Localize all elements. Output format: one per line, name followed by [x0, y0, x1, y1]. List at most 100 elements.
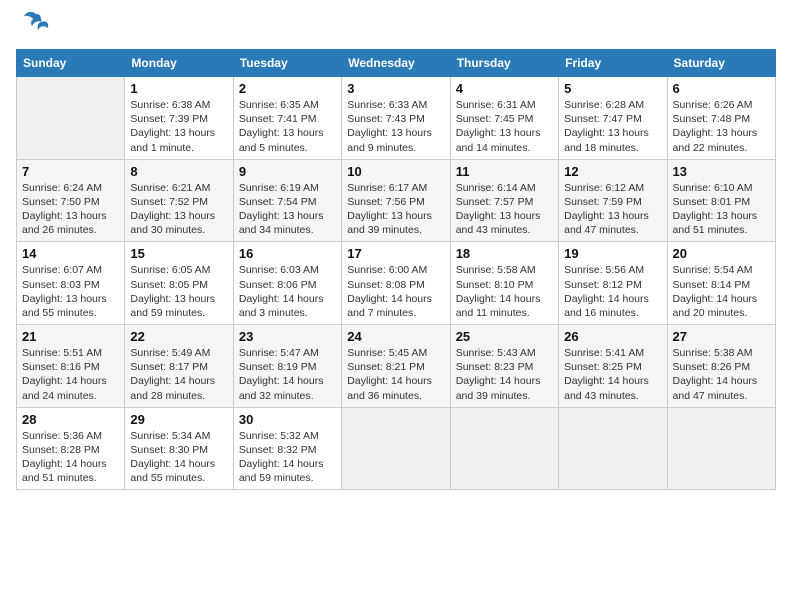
day-number: 30	[239, 412, 336, 427]
day-info: Sunrise: 6:10 AM Sunset: 8:01 PM Dayligh…	[673, 181, 770, 238]
day-info: Sunrise: 5:47 AM Sunset: 8:19 PM Dayligh…	[239, 346, 336, 403]
day-info: Sunrise: 6:24 AM Sunset: 7:50 PM Dayligh…	[22, 181, 119, 238]
day-info: Sunrise: 6:19 AM Sunset: 7:54 PM Dayligh…	[239, 181, 336, 238]
day-number: 7	[22, 164, 119, 179]
day-info: Sunrise: 5:58 AM Sunset: 8:10 PM Dayligh…	[456, 263, 553, 320]
day-number: 11	[456, 164, 553, 179]
calendar-cell	[559, 407, 667, 490]
calendar-week-row: 14Sunrise: 6:07 AM Sunset: 8:03 PM Dayli…	[17, 242, 776, 325]
day-info: Sunrise: 5:54 AM Sunset: 8:14 PM Dayligh…	[673, 263, 770, 320]
calendar-header-row: SundayMondayTuesdayWednesdayThursdayFrid…	[17, 50, 776, 77]
calendar-cell	[342, 407, 450, 490]
day-number: 15	[130, 246, 227, 261]
logo-bird-icon	[22, 8, 50, 41]
day-number: 5	[564, 81, 661, 96]
day-info: Sunrise: 6:03 AM Sunset: 8:06 PM Dayligh…	[239, 263, 336, 320]
calendar-cell: 9 Sunrise: 6:19 AM Sunset: 7:54 PM Daylig…	[233, 159, 341, 242]
day-info: Sunrise: 6:12 AM Sunset: 7:59 PM Dayligh…	[564, 181, 661, 238]
calendar-cell: 18 Sunrise: 5:58 AM Sunset: 8:10 PM Dayli…	[450, 242, 558, 325]
day-info: Sunrise: 6:07 AM Sunset: 8:03 PM Dayligh…	[22, 263, 119, 320]
day-number: 4	[456, 81, 553, 96]
day-number: 12	[564, 164, 661, 179]
calendar-cell: 29 Sunrise: 5:34 AM Sunset: 8:30 PM Dayli…	[125, 407, 233, 490]
calendar-cell: 15 Sunrise: 6:05 AM Sunset: 8:05 PM Dayli…	[125, 242, 233, 325]
calendar-week-row: 1Sunrise: 6:38 AM Sunset: 7:39 PM Daylig…	[17, 77, 776, 160]
day-info: Sunrise: 5:41 AM Sunset: 8:25 PM Dayligh…	[564, 346, 661, 403]
calendar-cell: 12 Sunrise: 6:12 AM Sunset: 7:59 PM Dayli…	[559, 159, 667, 242]
day-number: 21	[22, 329, 119, 344]
day-number: 9	[239, 164, 336, 179]
calendar-cell	[17, 77, 125, 160]
day-info: Sunrise: 5:43 AM Sunset: 8:23 PM Dayligh…	[456, 346, 553, 403]
day-number: 28	[22, 412, 119, 427]
day-info: Sunrise: 5:32 AM Sunset: 8:32 PM Dayligh…	[239, 429, 336, 486]
day-number: 17	[347, 246, 444, 261]
day-number: 20	[673, 246, 770, 261]
calendar-cell: 14Sunrise: 6:07 AM Sunset: 8:03 PM Dayli…	[17, 242, 125, 325]
day-info: Sunrise: 6:17 AM Sunset: 7:56 PM Dayligh…	[347, 181, 444, 238]
calendar-cell: 19Sunrise: 5:56 AM Sunset: 8:12 PM Dayli…	[559, 242, 667, 325]
day-number: 2	[239, 81, 336, 96]
day-info: Sunrise: 5:51 AM Sunset: 8:16 PM Dayligh…	[22, 346, 119, 403]
column-header-monday: Monday	[125, 50, 233, 77]
calendar-cell: 6 Sunrise: 6:26 AM Sunset: 7:48 PM Daylig…	[667, 77, 775, 160]
column-header-thursday: Thursday	[450, 50, 558, 77]
day-info: Sunrise: 6:28 AM Sunset: 7:47 PM Dayligh…	[564, 98, 661, 155]
day-info: Sunrise: 6:31 AM Sunset: 7:45 PM Dayligh…	[456, 98, 553, 155]
column-header-tuesday: Tuesday	[233, 50, 341, 77]
calendar-week-row: 28Sunrise: 5:36 AM Sunset: 8:28 PM Dayli…	[17, 407, 776, 490]
calendar-cell: 24 Sunrise: 5:45 AM Sunset: 8:21 PM Dayli…	[342, 325, 450, 408]
day-info: Sunrise: 6:00 AM Sunset: 8:08 PM Dayligh…	[347, 263, 444, 320]
calendar-cell	[667, 407, 775, 490]
day-number: 27	[673, 329, 770, 344]
calendar-cell	[450, 407, 558, 490]
column-header-wednesday: Wednesday	[342, 50, 450, 77]
column-header-saturday: Saturday	[667, 50, 775, 77]
day-info: Sunrise: 6:35 AM Sunset: 7:41 PM Dayligh…	[239, 98, 336, 155]
calendar-cell: 28Sunrise: 5:36 AM Sunset: 8:28 PM Dayli…	[17, 407, 125, 490]
calendar-week-row: 7 Sunrise: 6:24 AM Sunset: 7:50 PM Daylig…	[17, 159, 776, 242]
day-number: 23	[239, 329, 336, 344]
calendar-cell: 13Sunrise: 6:10 AM Sunset: 8:01 PM Dayli…	[667, 159, 775, 242]
day-number: 6	[673, 81, 770, 96]
calendar-cell: 4 Sunrise: 6:31 AM Sunset: 7:45 PM Daylig…	[450, 77, 558, 160]
day-info: Sunrise: 5:34 AM Sunset: 8:30 PM Dayligh…	[130, 429, 227, 486]
calendar-cell: 20 Sunrise: 5:54 AM Sunset: 8:14 PM Dayli…	[667, 242, 775, 325]
calendar-cell: 27 Sunrise: 5:38 AM Sunset: 8:26 PM Dayli…	[667, 325, 775, 408]
page-header	[16, 16, 776, 41]
calendar-cell: 7 Sunrise: 6:24 AM Sunset: 7:50 PM Daylig…	[17, 159, 125, 242]
calendar-cell: 30 Sunrise: 5:32 AM Sunset: 8:32 PM Dayli…	[233, 407, 341, 490]
column-header-friday: Friday	[559, 50, 667, 77]
day-number: 3	[347, 81, 444, 96]
day-number: 18	[456, 246, 553, 261]
day-number: 16	[239, 246, 336, 261]
calendar-cell: 11 Sunrise: 6:14 AM Sunset: 7:57 PM Dayli…	[450, 159, 558, 242]
day-number: 8	[130, 164, 227, 179]
logo	[16, 16, 50, 41]
calendar-table: SundayMondayTuesdayWednesdayThursdayFrid…	[16, 49, 776, 490]
day-info: Sunrise: 6:14 AM Sunset: 7:57 PM Dayligh…	[456, 181, 553, 238]
day-info: Sunrise: 5:38 AM Sunset: 8:26 PM Dayligh…	[673, 346, 770, 403]
day-info: Sunrise: 6:33 AM Sunset: 7:43 PM Dayligh…	[347, 98, 444, 155]
day-number: 26	[564, 329, 661, 344]
day-info: Sunrise: 6:38 AM Sunset: 7:39 PM Dayligh…	[130, 98, 227, 155]
calendar-cell: 5 Sunrise: 6:28 AM Sunset: 7:47 PM Daylig…	[559, 77, 667, 160]
calendar-cell: 16 Sunrise: 6:03 AM Sunset: 8:06 PM Dayli…	[233, 242, 341, 325]
calendar-cell: 21 Sunrise: 5:51 AM Sunset: 8:16 PM Dayli…	[17, 325, 125, 408]
calendar-cell: 22Sunrise: 5:49 AM Sunset: 8:17 PM Dayli…	[125, 325, 233, 408]
day-info: Sunrise: 6:26 AM Sunset: 7:48 PM Dayligh…	[673, 98, 770, 155]
day-number: 24	[347, 329, 444, 344]
calendar-cell: 17 Sunrise: 6:00 AM Sunset: 8:08 PM Dayli…	[342, 242, 450, 325]
day-number: 29	[130, 412, 227, 427]
calendar-cell: 25 Sunrise: 5:43 AM Sunset: 8:23 PM Dayli…	[450, 325, 558, 408]
calendar-cell: 26 Sunrise: 5:41 AM Sunset: 8:25 PM Dayli…	[559, 325, 667, 408]
day-number: 25	[456, 329, 553, 344]
day-info: Sunrise: 5:56 AM Sunset: 8:12 PM Dayligh…	[564, 263, 661, 320]
day-info: Sunrise: 5:45 AM Sunset: 8:21 PM Dayligh…	[347, 346, 444, 403]
day-number: 22	[130, 329, 227, 344]
calendar-cell: 2 Sunrise: 6:35 AM Sunset: 7:41 PM Daylig…	[233, 77, 341, 160]
calendar-cell: 23 Sunrise: 5:47 AM Sunset: 8:19 PM Dayli…	[233, 325, 341, 408]
calendar-cell: 3 Sunrise: 6:33 AM Sunset: 7:43 PM Daylig…	[342, 77, 450, 160]
day-info: Sunrise: 6:05 AM Sunset: 8:05 PM Dayligh…	[130, 263, 227, 320]
calendar-cell: 10Sunrise: 6:17 AM Sunset: 7:56 PM Dayli…	[342, 159, 450, 242]
